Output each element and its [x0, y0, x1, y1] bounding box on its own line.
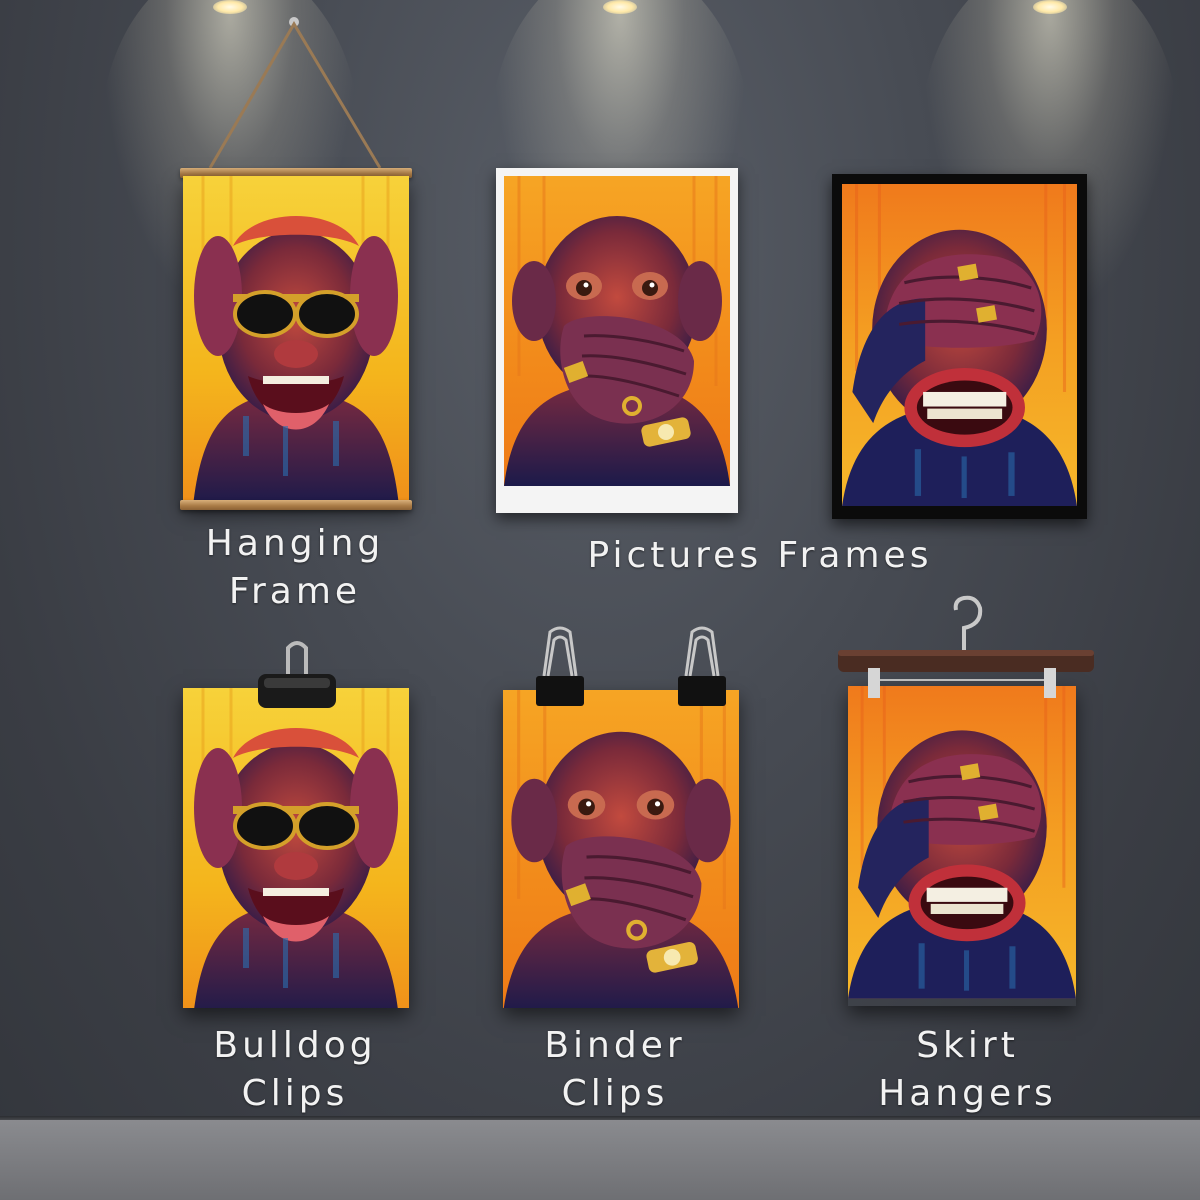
bulldog-clip-poster[interactable]: [183, 688, 409, 1008]
skirt-hanger-icon: [838, 595, 1094, 698]
monkey-speak-no-evil-art: [503, 690, 739, 1008]
white-frame-poster: [504, 176, 730, 505]
ceiling-lamp-right: [1033, 0, 1067, 14]
monkey-speak-no-evil-art: [504, 176, 730, 486]
binder-clips-poster[interactable]: [503, 690, 739, 1008]
monkey-see-no-evil-art: [848, 686, 1076, 999]
caption-hanging-frame: Hanging Frame: [205, 523, 385, 612]
caption-pictures-frames: Pictures Frames: [587, 535, 933, 576]
black-frame-poster: [842, 184, 1077, 509]
hanging-frame-poster[interactable]: [183, 176, 409, 506]
binder-clip-left-icon: [536, 626, 584, 706]
black-picture-frame[interactable]: [832, 174, 1087, 519]
monkey-see-no-evil-art: [842, 184, 1077, 507]
monkey-sunglasses-art: [183, 688, 409, 1008]
monkey-sunglasses-art: [183, 176, 409, 506]
caption-bulldog-clips: Bulldog Clips: [213, 1025, 377, 1114]
hanging-rope: [208, 17, 382, 169]
ceiling-lamp-center: [603, 0, 637, 14]
white-picture-frame[interactable]: [496, 168, 738, 513]
caption-binder-clips: Binder Clips: [544, 1025, 686, 1114]
floor: [0, 1120, 1200, 1200]
bulldog-clip-icon: [258, 641, 336, 708]
caption-skirt-hangers: Skirt Hangers: [878, 1025, 1057, 1114]
hanging-frame-bottom-bar: [180, 500, 412, 510]
binder-clip-right-icon: [678, 626, 726, 706]
skirt-hanger-poster[interactable]: [848, 686, 1076, 1006]
